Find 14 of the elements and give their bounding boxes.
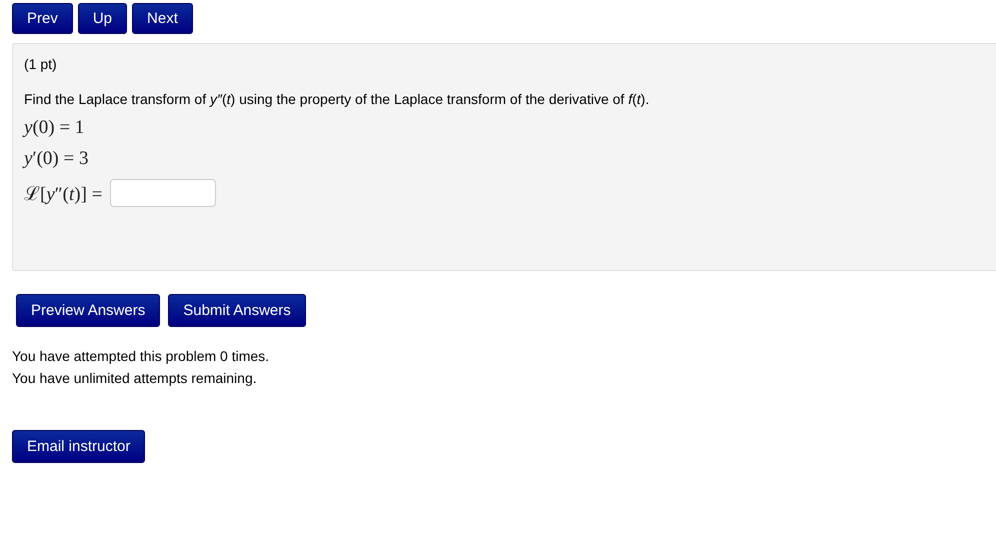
points-label: (1 pt)	[24, 56, 58, 72]
initial-condition: y′(0) = 3	[24, 148, 90, 170]
answer-label: ℒ[y″(t)] =	[24, 183, 102, 206]
nav-button[interactable]: Prev	[12, 3, 73, 34]
initial-condition: y(0) = 1	[24, 117, 86, 139]
attempts-message: You have attempted this problem 0 times.	[12, 347, 270, 366]
attempts-message: You have unlimited attempts remaining.	[12, 369, 258, 388]
answer-field[interactable]	[110, 179, 216, 207]
problem-prompt: Find the Laplace transform of y″(t) using the property of the Laplace transform of the derivative of f(t).	[24, 91, 650, 107]
answer-button[interactable]: Submit Answers	[168, 294, 306, 327]
nav-button[interactable]: Next	[132, 3, 193, 34]
answer-button[interactable]: Preview Answers	[16, 294, 160, 327]
nav-button[interactable]: Up	[78, 3, 128, 34]
email-instructor-button[interactable]: Email instructor	[12, 430, 146, 463]
